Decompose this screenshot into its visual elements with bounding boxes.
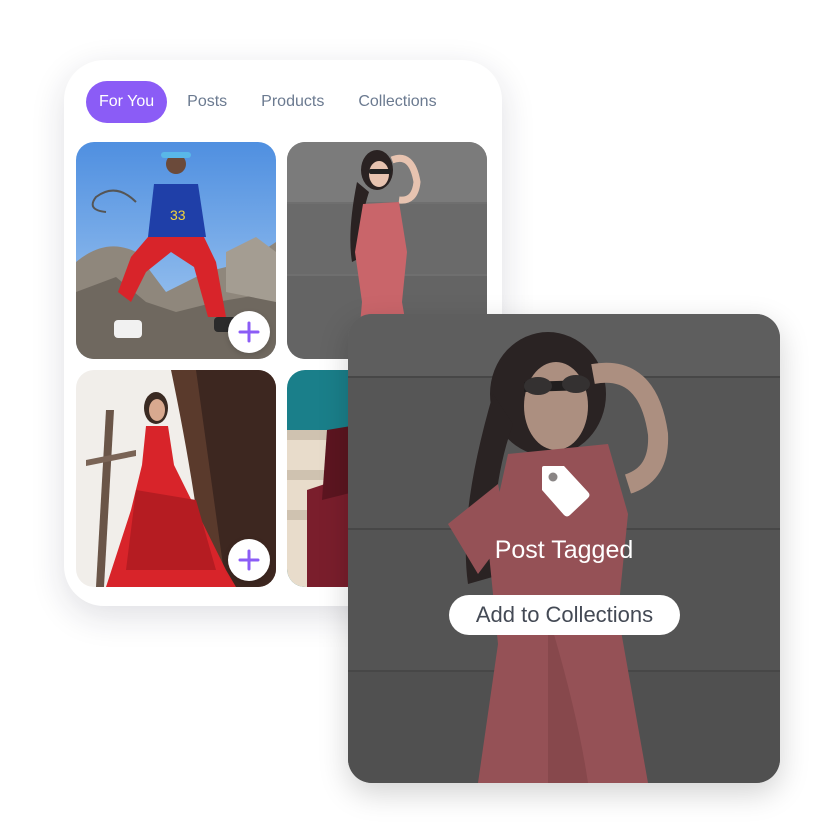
plus-icon xyxy=(238,549,260,571)
add-button[interactable] xyxy=(228,539,270,581)
tab-posts[interactable]: Posts xyxy=(175,81,239,123)
tab-collections[interactable]: Collections xyxy=(346,81,448,123)
tab-bar: For You Posts Products Collections xyxy=(86,81,459,123)
post-tagged-status: Post Tagged xyxy=(494,536,634,564)
tagged-post-overlay: Post Tagged Add to Collections xyxy=(348,314,780,783)
plus-icon xyxy=(238,321,260,343)
feed-item[interactable]: 33 xyxy=(76,142,276,359)
feed-item[interactable] xyxy=(76,370,276,587)
svg-text:33: 33 xyxy=(170,207,186,223)
add-button[interactable] xyxy=(228,311,270,353)
tab-for-you[interactable]: For You xyxy=(86,81,168,123)
add-to-collections-button[interactable]: Add to Collections xyxy=(449,595,680,635)
tag-icon xyxy=(542,466,590,517)
tab-products[interactable]: Products xyxy=(249,81,336,123)
